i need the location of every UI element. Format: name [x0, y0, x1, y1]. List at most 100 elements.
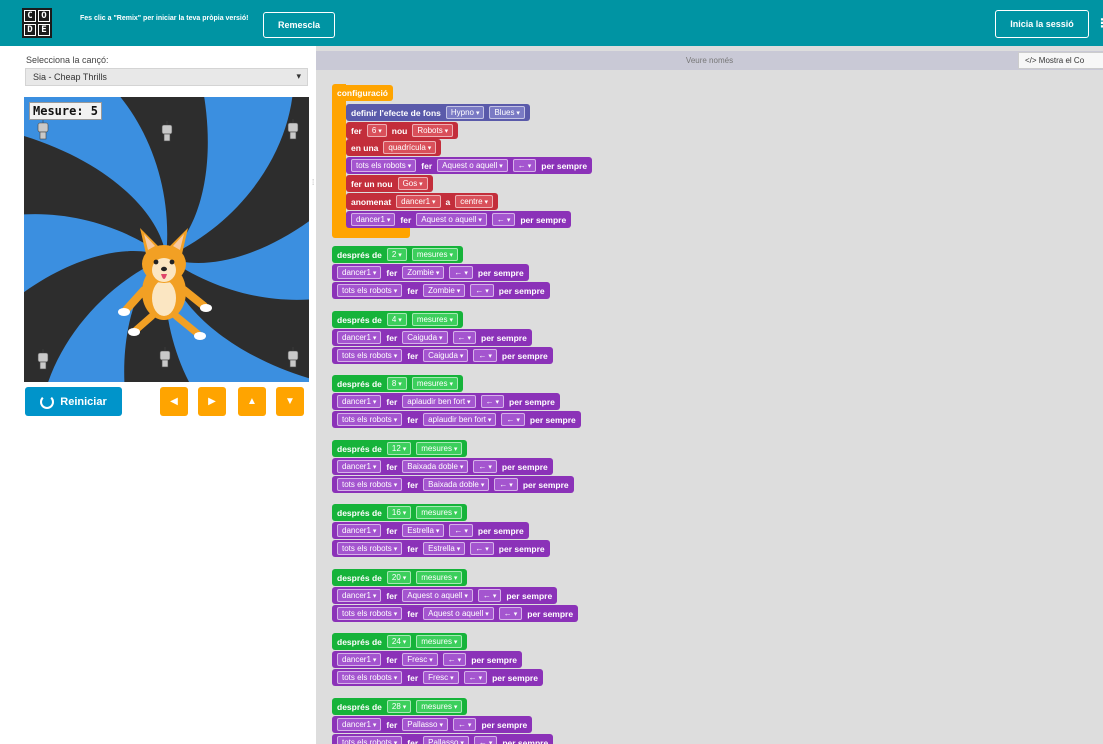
after-measures-block[interactable]: després de 8 mesures [332, 375, 463, 392]
group-dropdown[interactable]: tots els robots [337, 478, 403, 491]
group-dropdown[interactable]: tots els robots [337, 736, 403, 744]
move-dropdown[interactable]: aplaudir ben fort [402, 395, 476, 408]
dancer-move-block[interactable]: dancer1 fer Estrella ← per sempre [332, 522, 529, 539]
dancer-dropdown[interactable]: dancer1 [337, 524, 382, 537]
reset-button[interactable]: Reiniciar [25, 387, 122, 416]
dancer-move-block[interactable]: dancer1 fer Baixada doble ← per sempre [332, 458, 553, 475]
move-dropdown[interactable]: Pallasso [402, 718, 448, 731]
direction-dropdown[interactable]: ← [491, 213, 516, 226]
group-dropdown[interactable]: tots els robots [337, 542, 403, 555]
down-arrow-button[interactable]: ▼ [276, 387, 304, 416]
dancer-dropdown[interactable]: dancer1 [337, 653, 382, 666]
group-dropdown[interactable]: tots els robots [337, 413, 403, 426]
after-measures-block[interactable]: després de 20 mesures [332, 569, 468, 586]
move-dropdown[interactable]: Aquest o aquell [402, 589, 473, 602]
up-arrow-button[interactable]: ▲ [238, 387, 266, 416]
dancer-name-dropdown[interactable]: dancer1 [396, 195, 441, 208]
panel-resize-handle[interactable]: ⁞ [312, 179, 316, 200]
setup-block[interactable]: configuració [332, 85, 394, 101]
group-dropdown[interactable]: tots els robots [351, 159, 417, 172]
unit-dropdown[interactable]: mesures [411, 248, 458, 261]
dancer-move-block[interactable]: dancer1 fer Fresc ← per sempre [332, 651, 523, 668]
move-dropdown[interactable]: Zombie [423, 284, 466, 297]
dancer-move-block[interactable]: dancer1 fer aplaudir ben fort ← per sempre [332, 393, 560, 410]
measure-count-dropdown[interactable]: 20 [386, 571, 412, 584]
dancer-move-block[interactable]: dancer1 fer Zombie ← per sempre [332, 264, 529, 281]
group-dropdown[interactable]: tots els robots [337, 284, 403, 297]
move-dropdown[interactable]: Aquest o aquell [423, 607, 494, 620]
unit-dropdown[interactable]: mesures [416, 442, 463, 455]
move-dropdown[interactable]: Fresc [423, 671, 459, 684]
block-workspace[interactable]: Veure només </> Mostra el Co configuraci… [316, 46, 1103, 744]
measure-count-dropdown[interactable]: 4 [386, 313, 407, 326]
all-robots-move-block[interactable]: tots els robots fer Baixada doble ← per semp… [332, 476, 574, 493]
dancer-move-block[interactable]: dancer1 fer Pallasso ← per sempre [332, 716, 533, 733]
unit-dropdown[interactable]: mesures [416, 700, 463, 713]
background-effect-block[interactable]: definir l'efecte de fons Hypno Blues [346, 104, 530, 121]
unit-dropdown[interactable]: mesures [411, 313, 458, 326]
group-dropdown[interactable]: tots els robots [337, 349, 403, 362]
direction-dropdown[interactable]: ← [494, 478, 518, 491]
move-dropdown[interactable]: Estrella [402, 524, 445, 537]
position-dropdown[interactable]: centre [455, 195, 493, 208]
all-robots-move-block[interactable]: tots els robots fer Aquest o aquell ← pe… [346, 157, 593, 174]
direction-dropdown[interactable]: ← [442, 653, 467, 666]
move-dropdown[interactable]: aplaudir ben fort [423, 413, 497, 426]
all-robots-move-block[interactable]: tots els robots fer Caiguda ← per sempre [332, 347, 553, 364]
direction-dropdown[interactable]: ← [473, 349, 497, 362]
measure-count-dropdown[interactable]: 8 [386, 377, 407, 390]
measure-count-dropdown[interactable]: 24 [386, 635, 412, 648]
unit-dropdown[interactable]: mesures [416, 506, 463, 519]
song-dropdown[interactable]: Sia - Cheap Thrills ▾ [25, 68, 308, 86]
after-measures-block[interactable]: després de 28 mesures [332, 698, 468, 715]
direction-dropdown[interactable]: ← [498, 607, 523, 620]
left-arrow-button[interactable]: ◀ [160, 387, 188, 416]
dancer-dropdown[interactable]: dancer1 [337, 718, 382, 731]
dancer-dropdown[interactable]: dancer1 [337, 589, 382, 602]
direction-dropdown[interactable]: ← [470, 542, 494, 555]
all-robots-move-block[interactable]: tots els robots fer Fresc ← per sempre [332, 669, 543, 686]
layout-block[interactable]: en una quadrícula [346, 139, 442, 156]
after-measures-block[interactable]: després de 16 mesures [332, 504, 468, 521]
measure-count-dropdown[interactable]: 16 [386, 506, 412, 519]
direction-dropdown[interactable]: ← [473, 460, 497, 473]
robot-count-dropdown[interactable]: 6 [366, 124, 387, 137]
all-robots-move-block[interactable]: tots els robots fer Zombie ← per sempre [332, 282, 550, 299]
code-org-logo[interactable]: C O D E [22, 8, 52, 38]
name-dancer-block[interactable]: anomenat dancer1 a centre [346, 193, 498, 210]
dancer-dropdown[interactable]: dancer1 [337, 460, 382, 473]
dancer-move-block[interactable]: dancer1 fer Aquest o aquell ← per sempre [332, 587, 558, 604]
dancer-dropdown[interactable]: dancer1 [337, 266, 382, 279]
move-dropdown[interactable]: Pallasso [423, 736, 469, 744]
direction-dropdown[interactable]: ← [463, 671, 488, 684]
dancer-dropdown[interactable]: dancer1 [337, 395, 382, 408]
make-robots-block[interactable]: fer 6 nou Robots [346, 122, 459, 139]
move-dropdown[interactable]: Fresc [402, 653, 438, 666]
move-dropdown[interactable]: Zombie [402, 266, 445, 279]
direction-dropdown[interactable]: ← [449, 266, 473, 279]
group-dropdown[interactable]: tots els robots [337, 607, 403, 620]
direction-dropdown[interactable]: ← [473, 736, 498, 744]
all-robots-move-block[interactable]: tots els robots fer Aquest o aquell ← per se… [332, 605, 579, 622]
all-robots-move-block[interactable]: tots els robots fer Estrella ← per sempre [332, 540, 550, 557]
dancer-move-block[interactable]: dancer1 fer Caiguda ← per sempre [332, 329, 532, 346]
direction-dropdown[interactable]: ← [477, 589, 502, 602]
sign-in-button[interactable]: Inicia la sessió [995, 10, 1089, 38]
measure-count-dropdown[interactable]: 12 [386, 442, 412, 455]
unit-dropdown[interactable]: mesures [416, 571, 463, 584]
robot-type-dropdown[interactable]: Robots [412, 124, 454, 137]
move-dropdown[interactable]: Caiguda [402, 331, 448, 344]
all-robots-move-block[interactable]: tots els robots fer aplaudir ben fort ← per … [332, 411, 581, 428]
direction-dropdown[interactable]: ← [480, 395, 505, 408]
dancer-dropdown[interactable]: dancer1 [351, 213, 396, 226]
move-dropdown[interactable]: Estrella [423, 542, 466, 555]
dancer-dropdown[interactable]: dancer1 [337, 331, 382, 344]
right-arrow-button[interactable]: ▶ [198, 387, 226, 416]
move-dropdown[interactable]: Baixada doble [402, 460, 469, 473]
move-dropdown[interactable]: Caiguda [423, 349, 469, 362]
after-measures-block[interactable]: després de 4 mesures [332, 311, 463, 328]
direction-dropdown[interactable]: ← [512, 159, 537, 172]
dance-stage[interactable]: Mesure: 5 [24, 97, 309, 382]
more-menu-icon[interactable]: ⋮ [1096, 16, 1103, 30]
bg-palette-dropdown[interactable]: Blues [489, 106, 525, 119]
